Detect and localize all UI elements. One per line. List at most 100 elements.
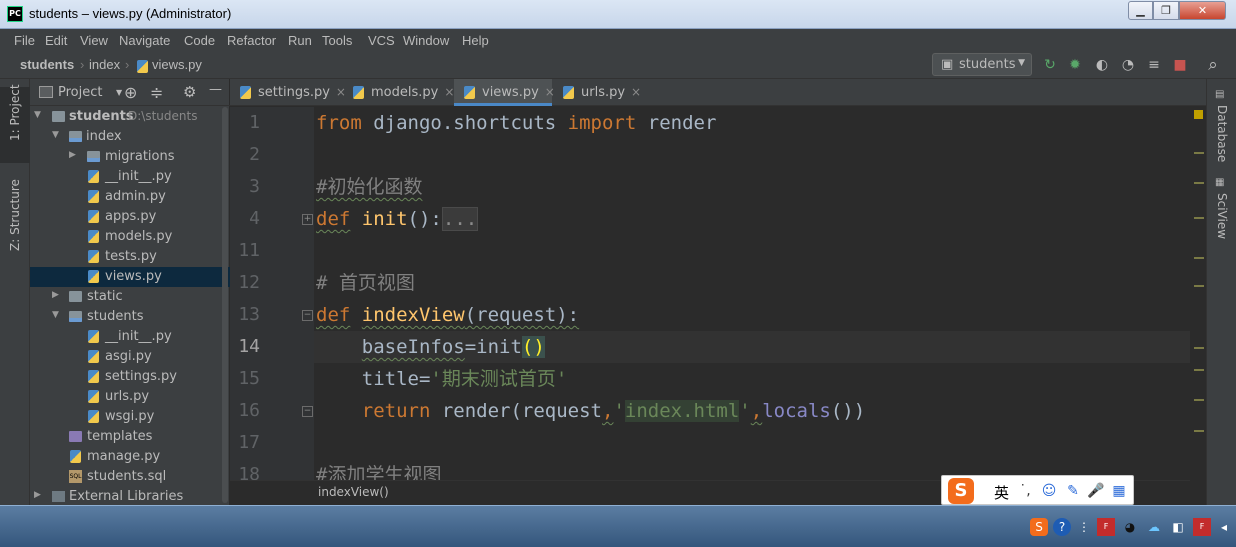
menu-tools[interactable]: Tools bbox=[322, 33, 352, 48]
tree-expand-arrow[interactable]: ▼ bbox=[52, 130, 59, 140]
menu-help[interactable]: Help bbox=[462, 33, 489, 48]
folded-code-placeholder[interactable]: ... bbox=[441, 207, 479, 231]
menu-window[interactable]: Window bbox=[403, 33, 449, 48]
breadcrumb-folder[interactable]: index bbox=[89, 57, 120, 72]
volume-tray-icon[interactable]: ◂ bbox=[1215, 518, 1233, 536]
gear-icon[interactable]: ⚙ bbox=[183, 83, 196, 101]
warning-mark[interactable] bbox=[1194, 182, 1204, 184]
warning-mark[interactable] bbox=[1194, 369, 1204, 371]
menu-view[interactable]: View bbox=[80, 33, 108, 48]
fold-end-icon[interactable]: − bbox=[302, 406, 313, 417]
emoji-icon[interactable]: ☺ bbox=[1040, 482, 1058, 500]
tab-urls[interactable]: urls.py × bbox=[553, 79, 643, 106]
tree-item-file[interactable]: models.py bbox=[30, 227, 230, 247]
warning-mark[interactable] bbox=[1194, 152, 1204, 154]
cloud-tray-icon[interactable]: ☁ bbox=[1145, 518, 1163, 536]
minimize-panel-icon[interactable]: — bbox=[209, 82, 222, 97]
more-tray-icon[interactable]: ⋮ bbox=[1075, 518, 1093, 536]
warning-mark[interactable] bbox=[1194, 347, 1204, 349]
maximize-button[interactable]: ❐ bbox=[1153, 1, 1179, 20]
app-tray-icon[interactable]: F bbox=[1097, 518, 1115, 536]
sciview-tool-label[interactable]: SciView bbox=[1215, 193, 1229, 239]
warning-mark[interactable] bbox=[1194, 257, 1204, 259]
tree-item-templates[interactable]: templates bbox=[30, 427, 230, 447]
tree-expand-arrow[interactable]: ▶ bbox=[69, 150, 76, 160]
tree-item-file[interactable]: wsgi.py bbox=[30, 407, 230, 427]
tree-item-sql-file[interactable]: SQL students.sql bbox=[30, 467, 230, 487]
sogou-logo-icon[interactable]: S bbox=[948, 478, 974, 504]
chevron-down-icon[interactable]: ▼ bbox=[116, 88, 122, 97]
tree-item-static[interactable]: ▶ static bbox=[30, 287, 230, 307]
warning-mark[interactable] bbox=[1194, 430, 1204, 432]
menu-vcs[interactable]: VCS bbox=[368, 33, 395, 48]
fold-expand-icon[interactable]: + bbox=[302, 214, 313, 225]
debug-icon[interactable]: ✹ bbox=[1067, 57, 1083, 73]
project-scrollbar[interactable] bbox=[222, 107, 228, 503]
function-breadcrumb[interactable]: indexView() bbox=[318, 485, 389, 499]
tree-item-file-selected[interactable]: views.py bbox=[30, 267, 230, 287]
tab-models[interactable]: models.py × bbox=[343, 79, 454, 106]
tree-item-file[interactable]: settings.py bbox=[30, 367, 230, 387]
stop-icon[interactable]: ■ bbox=[1172, 57, 1188, 73]
minimize-button[interactable]: ▁ bbox=[1128, 1, 1153, 20]
tree-item-index[interactable]: ▼ index bbox=[30, 127, 230, 147]
tab-settings[interactable]: settings.py × bbox=[230, 79, 346, 106]
tree-item-file[interactable]: tests.py bbox=[30, 247, 230, 267]
sogou-tray-icon[interactable]: S bbox=[1030, 518, 1048, 536]
network-tray-icon[interactable]: ◧ bbox=[1169, 518, 1187, 536]
toolbox-grid-icon[interactable]: ▦ bbox=[1110, 482, 1128, 500]
handwriting-icon[interactable]: ✎ bbox=[1064, 482, 1082, 500]
coverage-icon[interactable]: ◐ bbox=[1094, 57, 1110, 73]
breadcrumb-file[interactable]: views.py bbox=[152, 57, 202, 72]
ime-language-toggle[interactable]: 英 bbox=[994, 482, 1009, 503]
menu-run[interactable]: Run bbox=[288, 33, 312, 48]
build-icon[interactable]: ≡ bbox=[1146, 57, 1162, 73]
database-tool-label[interactable]: Database bbox=[1215, 105, 1229, 162]
close-tab-icon[interactable]: × bbox=[631, 85, 641, 99]
collapse-all-icon[interactable]: ≑ bbox=[150, 83, 163, 102]
locate-target-icon[interactable]: ⊕ bbox=[124, 83, 137, 102]
punctuation-icon[interactable]: ˙, bbox=[1016, 482, 1034, 500]
structure-tool-label[interactable]: Z: Structure bbox=[8, 179, 22, 251]
tree-expand-arrow[interactable]: ▶ bbox=[52, 290, 59, 300]
qq-tray-icon[interactable]: ◕ bbox=[1121, 518, 1139, 536]
tree-item-external-libraries[interactable]: ▶ External Libraries bbox=[30, 487, 230, 507]
tree-item-students-root[interactable]: ▼ students D:\students bbox=[30, 107, 230, 127]
menu-edit[interactable]: Edit bbox=[45, 33, 67, 48]
tree-item-file[interactable]: asgi.py bbox=[30, 347, 230, 367]
tree-item-file[interactable]: urls.py bbox=[30, 387, 230, 407]
code-editor[interactable]: 1 2 3 4 11 12 13 14 15 16 17 18 + − − fr… bbox=[230, 107, 1206, 480]
menu-navigate[interactable]: Navigate bbox=[119, 33, 170, 48]
tree-item-migrations[interactable]: ▶ migrations bbox=[30, 147, 230, 167]
rerun-icon[interactable]: ↻ bbox=[1042, 57, 1058, 73]
project-tool-label[interactable]: 1: Project bbox=[8, 84, 22, 141]
tree-expand-arrow[interactable]: ▼ bbox=[34, 110, 41, 120]
tree-item-file[interactable]: admin.py bbox=[30, 187, 230, 207]
app-tray-icon[interactable]: F bbox=[1193, 518, 1211, 536]
run-configuration-dropdown[interactable]: ▣ students ▼ bbox=[932, 53, 1032, 76]
tree-item-file[interactable]: __init__.py bbox=[30, 327, 230, 347]
help-tray-icon[interactable]: ? bbox=[1053, 518, 1071, 536]
tab-views[interactable]: views.py × bbox=[454, 79, 555, 106]
menu-file[interactable]: File bbox=[14, 33, 35, 48]
profile-icon[interactable]: ◔ bbox=[1120, 57, 1136, 73]
tree-item-students-folder[interactable]: ▼ students bbox=[30, 307, 230, 327]
warning-mark[interactable] bbox=[1194, 285, 1204, 287]
tree-expand-arrow[interactable]: ▼ bbox=[52, 310, 59, 320]
project-view-selector[interactable]: Project bbox=[58, 85, 102, 100]
error-stripe[interactable] bbox=[1190, 107, 1206, 505]
tree-expand-arrow[interactable]: ▶ bbox=[34, 490, 41, 500]
close-tab-icon[interactable]: × bbox=[444, 85, 454, 99]
close-button[interactable]: ✕ bbox=[1179, 1, 1226, 20]
menu-code[interactable]: Code bbox=[184, 33, 215, 48]
warning-mark[interactable] bbox=[1194, 399, 1204, 401]
microphone-icon[interactable]: 🎤 bbox=[1087, 482, 1105, 500]
warning-indicator-icon[interactable] bbox=[1194, 110, 1203, 119]
warning-mark[interactable] bbox=[1194, 217, 1204, 219]
tree-item-file[interactable]: __init__.py bbox=[30, 167, 230, 187]
tree-item-file[interactable]: manage.py bbox=[30, 447, 230, 467]
breadcrumb-project[interactable]: students bbox=[20, 57, 74, 72]
fold-collapse-icon[interactable]: − bbox=[302, 310, 313, 321]
search-icon[interactable]: ⌕ bbox=[1205, 57, 1221, 74]
tree-item-file[interactable]: apps.py bbox=[30, 207, 230, 227]
